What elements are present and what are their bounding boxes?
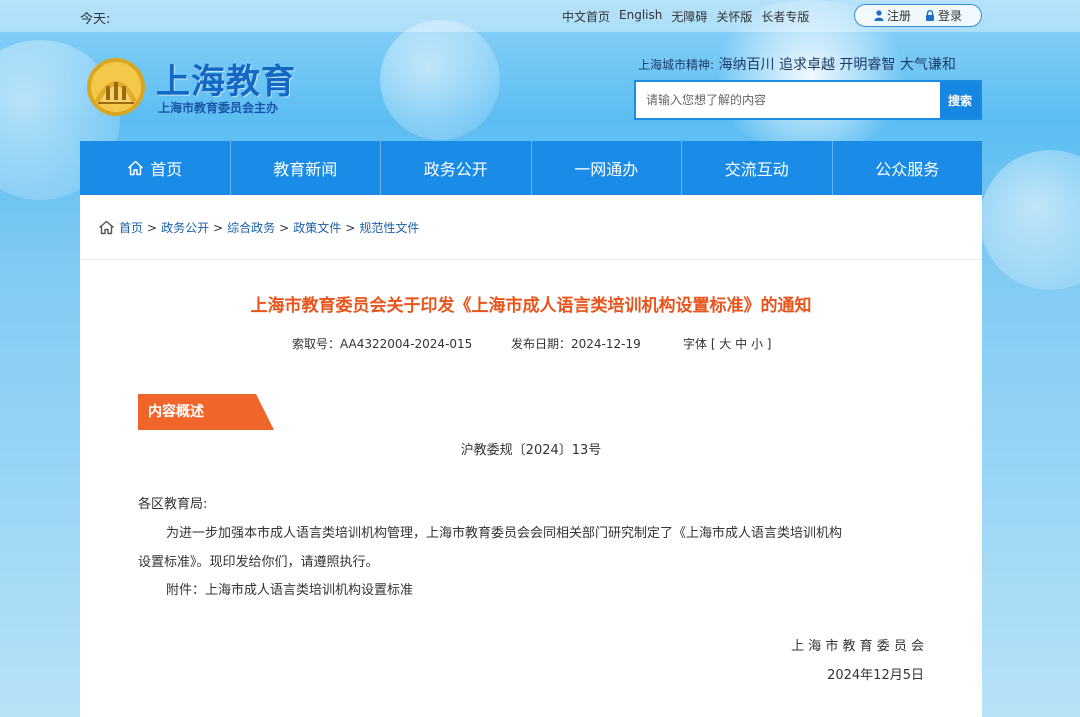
link-english[interactable]: English <box>619 8 662 25</box>
document-number: 沪教委规〔2024〕13号 <box>460 443 602 458</box>
link-accessibility[interactable]: 无障碍 <box>671 8 707 25</box>
breadcrumb-separator: > <box>279 220 290 235</box>
index-number: 索取号：AA4322004-2024-015 <box>292 337 473 351</box>
breadcrumb-government-affairs[interactable]: 政务公开 <box>161 219 209 236</box>
content-panel: 首页 > 政务公开 > 综合政务 > 政策文件 > 规范性文件 上海市教育委员会… <box>80 195 982 717</box>
article-title: 上海市教育委员会关于印发《上海市成人语言类培训机构设置标准》的通知 <box>250 296 812 316</box>
auth-box: 注册 登录 <box>854 4 982 27</box>
site-subtitle: 上海市教育委员会主办 <box>158 101 279 115</box>
site-emblem-logo[interactable] <box>84 56 148 118</box>
lock-icon <box>926 10 934 21</box>
login-label: 登录 <box>938 9 963 23</box>
nav-item-government-affairs[interactable]: 政务公开 <box>381 141 532 195</box>
home-icon <box>99 220 114 235</box>
search-button[interactable]: 搜索 <box>940 82 980 118</box>
user-icon <box>874 10 884 21</box>
top-links: 中文首页 English 无障碍 关怀版 长者专版 <box>562 8 809 25</box>
breadcrumb-policy-documents[interactable]: 政策文件 <box>293 219 341 236</box>
breadcrumb-separator: > <box>213 220 224 235</box>
nav-item-interaction[interactable]: 交流互动 <box>682 141 833 195</box>
link-care-version[interactable]: 关怀版 <box>716 8 752 25</box>
register-button[interactable]: 注册 <box>874 7 911 24</box>
city-spirit: 上海城市精神: 海纳百川 追求卓越 开明睿智 大气谦和 <box>638 54 956 74</box>
sign-date: 2024年12月5日 <box>827 668 924 683</box>
nav-item-public-service[interactable]: 公众服务 <box>833 141 983 195</box>
site-title[interactable]: 上海教育 <box>156 54 296 103</box>
breadcrumb-separator: > <box>147 220 158 235</box>
attachment-link[interactable]: 附件：上海市成人语言类培训机构设置标准 <box>138 577 928 605</box>
nav-item-label: 首页 <box>150 160 183 179</box>
nav-item-label: 一网通办 <box>574 160 639 179</box>
home-icon <box>128 160 144 176</box>
nav-item-education-news[interactable]: 教育新闻 <box>231 141 381 195</box>
background-bubble <box>380 20 500 140</box>
breadcrumb-separator: > <box>345 220 356 235</box>
section-tag: 内容概述 <box>138 394 274 430</box>
salutation: 各区教育局: <box>138 497 208 512</box>
breadcrumb-comprehensive-affairs[interactable]: 综合政务 <box>227 219 275 236</box>
search-input[interactable] <box>636 82 940 118</box>
publish-date: 发布日期：2024-12-19 <box>511 337 641 351</box>
top-bar: 今天: 中文首页 English 无障碍 关怀版 长者专版 注册 登录 <box>0 0 1080 32</box>
login-button[interactable]: 登录 <box>925 7 962 24</box>
city-spirit-label: 上海城市精神: <box>638 58 715 72</box>
link-chinese-home[interactable]: 中文首页 <box>562 8 610 25</box>
nav-item-label: 公众服务 <box>875 160 940 179</box>
today-label: 今天: <box>80 12 111 27</box>
paragraph-line-2: 设置标准》。现印发给你们，请遵照执行。 <box>138 555 379 570</box>
breadcrumb-home[interactable]: 首页 <box>119 219 143 236</box>
register-label: 注册 <box>886 9 911 23</box>
breadcrumb: 首页 > 政务公开 > 综合政务 > 政策文件 > 规范性文件 <box>98 219 419 236</box>
nav-item-home[interactable]: 首页 <box>80 141 231 195</box>
breadcrumb-normative-documents[interactable]: 规范性文件 <box>359 219 419 236</box>
nav-item-online-service[interactable]: 一网通办 <box>532 141 682 195</box>
paragraph-line-1: 为进一步加强本市成人语言类培训机构管理，上海市教育委员会会同相关部门研究制定了《… <box>166 526 843 541</box>
link-elder-version[interactable]: 长者专版 <box>761 8 809 25</box>
main-nav: 首页 教育新闻 政务公开 一网通办 交流互动 公众服务 <box>80 141 982 195</box>
background-bubble <box>980 150 1080 290</box>
search-bar: 搜索 <box>634 80 982 120</box>
nav-item-label: 教育新闻 <box>273 160 338 179</box>
font-size-switcher[interactable]: 字体 [ 大 中 小 ] <box>683 335 771 352</box>
breadcrumb-divider <box>80 259 982 260</box>
city-spirit-text: 海纳百川 追求卓越 开明睿智 大气谦和 <box>718 57 956 73</box>
nav-item-label: 政务公开 <box>423 160 488 179</box>
signer: 上 海 市 教 育 委 员 会 <box>791 639 924 654</box>
nav-item-label: 交流互动 <box>724 160 789 179</box>
